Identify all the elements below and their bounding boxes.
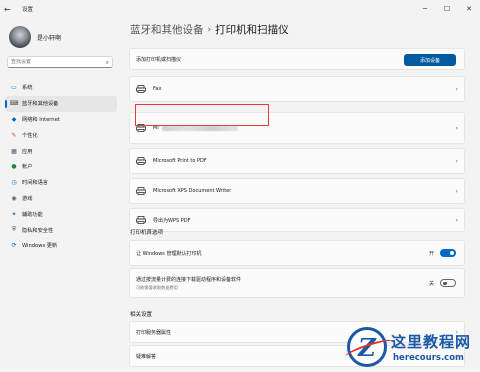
blurred-printer-name (161, 125, 238, 131)
sidebar: 是小轩啊 ⌕ ▭ 系统 ⌨蓝牙和其他设备 ◆ 网络和 Internet ✎ 个性化 ▦ 应用 ● 帐… (0, 18, 122, 372)
printer-label: Fax (153, 86, 162, 92)
sidebar-item[interactable]: ✦ 辅助功能 (5, 206, 117, 222)
printer-preferences-heading: 打印机首选项 (130, 230, 164, 236)
bluetooth-devices-icon: ⌨ (9, 100, 19, 108)
sidebar-item-label: 网络和 Internet (22, 116, 60, 123)
close-icon[interactable]: ✕ (458, 0, 480, 18)
time-language-icon: ◷ (11, 179, 17, 187)
avatar (9, 26, 31, 48)
back-arrow-icon[interactable]: ← (4, 5, 18, 14)
privacy-shield-icon: ⛨ (11, 226, 17, 234)
sidebar-item-label: 游戏 (22, 195, 33, 202)
default-printer-toggle-wrap: 开 (429, 249, 456, 257)
sidebar-item[interactable]: ⌨ 蓝牙和其他设备 (5, 95, 117, 112)
toggle-state-off: 关 (428, 280, 434, 287)
watermark: Z 这里教程网 herecours.com (345, 325, 480, 372)
chevron-right-icon: › (455, 216, 458, 224)
watermark-letter: Z (358, 332, 376, 362)
title-bar: ← 设置 (0, 0, 480, 18)
sidebar-item[interactable]: ✎ 个性化 (5, 127, 117, 143)
printer-row[interactable]: Microsoft XPS Document Writer › (129, 178, 465, 204)
add-printer-label: 添加打印机或扫描仪 (136, 56, 182, 63)
windows-update-icon: ⟳ (11, 242, 17, 250)
metered-text: 通过按流量计费的连接下载驱动程序和设备软件 可能需要收取数据费用 (136, 276, 241, 291)
metered-download-sub: 可能需要收取数据费用 (136, 284, 178, 290)
breadcrumb: 蓝牙和其他设备 › 打印机和扫描仪 (130, 22, 289, 37)
printer-label: Microsoft XPS Document Writer (153, 188, 232, 194)
metered-download-row: 通过按流量计费的连接下载驱动程序和设备软件 可能需要收取数据费用 关 (129, 268, 465, 298)
search-icon: ⌕ (105, 59, 109, 66)
sidebar-item[interactable]: ◷ 时间和语言 (5, 175, 117, 191)
printer-label: Microsoft Print to PDF (153, 158, 207, 164)
sidebar-item-label: 帐户 (22, 164, 33, 171)
add-device-button[interactable]: 添加设备 (404, 54, 456, 66)
default-printer-toggle[interactable] (440, 249, 456, 257)
accounts-icon: ● (11, 163, 17, 171)
red-highlight-box (135, 104, 269, 126)
chevron-right-icon: › (455, 124, 458, 132)
printer-row[interactable]: Microsoft Print to PDF › (129, 148, 465, 174)
sidebar-item-label: 个性化 (22, 132, 38, 139)
user-profile[interactable]: 是小轩啊 (9, 26, 61, 48)
network-icon: ◆ (11, 115, 17, 123)
personalization-icon: ✎ (11, 131, 17, 139)
chevron-right-icon: › (455, 85, 458, 93)
metered-download-label: 通过按流量计费的连接下载驱动程序和设备软件 (136, 276, 242, 283)
maximize-icon[interactable]: ☐ (436, 0, 458, 18)
sidebar-item[interactable]: ⟳ Windows 更新 (5, 238, 117, 254)
printer-icon (136, 216, 146, 224)
sidebar-item[interactable]: ◉ 游戏 (5, 191, 117, 207)
sidebar-item[interactable]: ▦ 应用 (5, 143, 117, 159)
sidebar-item[interactable]: ⛨ 隐私和安全性 (5, 222, 117, 238)
printer-icon (136, 85, 146, 93)
sidebar-item-label: Windows 更新 (22, 243, 58, 250)
sidebar-item-label: 系统 (22, 85, 33, 92)
metered-download-toggle[interactable] (440, 279, 456, 287)
sidebar-nav: ▭ 系统 ⌨ 蓝牙和其他设备 ◆ 网络和 Internet ✎ 个性化 ▦ 应用 ● 帐户 ◷ 时间和语言… (5, 80, 117, 254)
printer-row[interactable]: 导出为WPS PDF › (129, 208, 465, 232)
add-printer-row: 添加打印机或扫描仪 添加设备 (129, 48, 465, 70)
watermark-cn-text: 这里教程网 (391, 333, 472, 351)
search-input[interactable] (11, 59, 101, 65)
toggle-state-on: 开 (428, 250, 434, 257)
default-printer-row: 让 Windows 管理默认打印机 开 (129, 240, 465, 266)
sidebar-item-label: 辅助功能 (22, 211, 43, 218)
system-icon: ▭ (11, 84, 17, 92)
sidebar-item-label: 隐私和安全性 (22, 227, 54, 234)
metered-toggle-wrap: 关 (429, 279, 456, 287)
search-box[interactable]: ⌕ (7, 56, 113, 68)
breadcrumb-parent[interactable]: 蓝牙和其他设备 (130, 22, 204, 37)
printer-icon (136, 157, 146, 165)
apps-icon: ▦ (11, 147, 17, 155)
sidebar-item[interactable]: ▭ 系统 (5, 80, 117, 96)
breadcrumb-separator: › (207, 24, 212, 35)
accessibility-icon: ✦ (11, 210, 17, 218)
window-controls: ─ ☐ ✕ (414, 0, 480, 18)
printer-icon (136, 187, 146, 195)
watermark-logo: Z (347, 327, 387, 367)
app-title: 设置 (22, 7, 34, 13)
watermark-en-text: herecours.com (393, 353, 464, 363)
chevron-right-icon: › (455, 157, 458, 165)
printer-label: 导出为WPS PDF (153, 217, 191, 224)
printer-row[interactable]: Fax › (129, 76, 465, 102)
sidebar-item[interactable]: ● 帐户 (5, 159, 117, 175)
page-title: 打印机和扫描仪 (215, 24, 289, 36)
sidebar-item-label: 应用 (22, 148, 33, 155)
sidebar-item-label: 时间和语言 (22, 180, 48, 187)
minimize-icon[interactable]: ─ (414, 0, 436, 18)
user-name: 是小轩啊 (37, 34, 62, 42)
print-server-properties-label: 打印服务器属性 (136, 329, 172, 336)
sidebar-item[interactable]: ◆ 网络和 Internet (5, 112, 117, 128)
sidebar-item-label: 蓝牙和其他设备 (22, 101, 59, 108)
gaming-icon: ◉ (11, 194, 17, 202)
troubleshoot-label: 疑难解答 (136, 353, 157, 360)
default-printer-label: 让 Windows 管理默认打印机 (136, 250, 202, 257)
main-content: 蓝牙和其他设备 › 打印机和扫描仪 添加打印机或扫描仪 添加设备 Fax › Mi ›… (122, 18, 480, 372)
related-settings-heading: 相关设置 (130, 312, 153, 318)
chevron-right-icon: › (455, 187, 458, 195)
